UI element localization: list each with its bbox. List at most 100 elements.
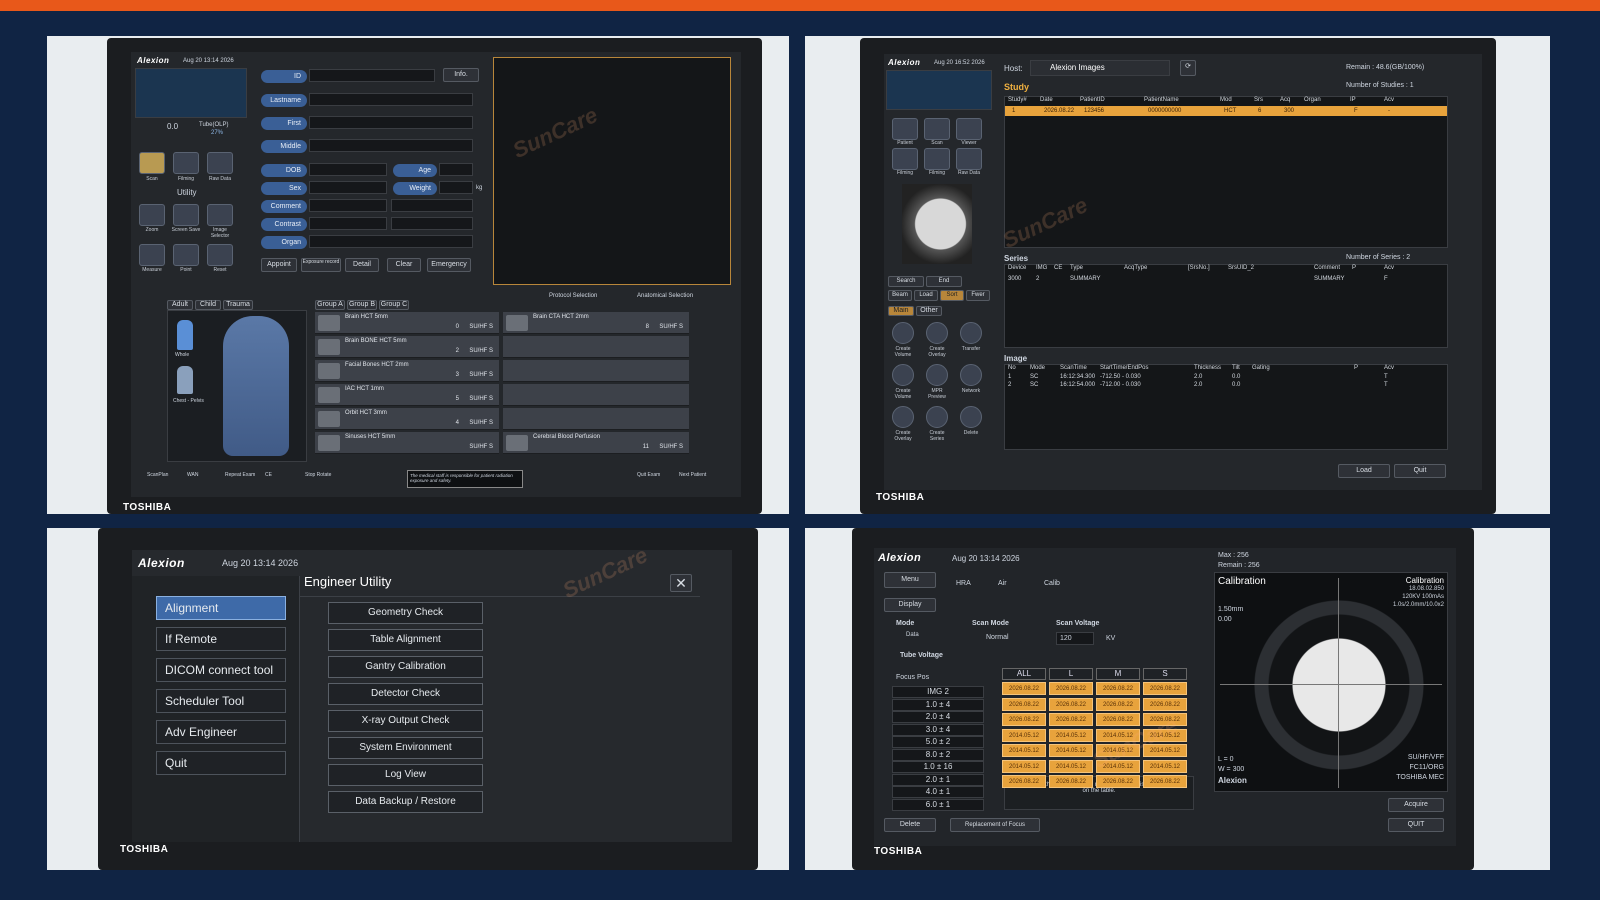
menu-item-dicom-connect-tool[interactable]: DICOM connect tool xyxy=(156,658,286,682)
util-button-log-view[interactable]: Log View xyxy=(328,764,483,786)
focus-row[interactable]: 3.0 ± 4 xyxy=(892,723,984,736)
grid-cell[interactable]: 2026.08.22 xyxy=(1049,682,1093,695)
grid-cell[interactable]: 2014.05.12 xyxy=(1049,728,1093,742)
protocol-right-row[interactable]: Brain CTA HCT 2mm 8 SU/HF S xyxy=(503,312,689,334)
util-button-detector-check[interactable]: Detector Check xyxy=(328,683,483,705)
utility-label[interactable]: Utility xyxy=(177,188,197,197)
image-col-header[interactable]: ScanTime xyxy=(1060,365,1087,371)
weight-field[interactable] xyxy=(439,181,473,194)
grid-cell[interactable]: 2026.08.22 xyxy=(1002,697,1046,711)
tab-group-b[interactable]: Group B xyxy=(347,300,377,310)
tab-group-c[interactable]: Group C xyxy=(379,300,409,310)
grid-cell[interactable]: 2014.05.12 xyxy=(1143,744,1187,757)
tab-group-a[interactable]: Group A xyxy=(315,300,345,310)
grid-cell[interactable]: 2026.08.22 xyxy=(1096,775,1140,788)
age-field[interactable] xyxy=(439,163,473,176)
image-col-header[interactable]: StartTime/EndPos xyxy=(1100,365,1148,371)
organ-select[interactable] xyxy=(309,235,473,248)
grid-cell[interactable]: 2014.05.12 xyxy=(1049,744,1093,757)
study-col-header[interactable]: Organ xyxy=(1304,97,1321,103)
menu-item-alignment[interactable]: Alignment xyxy=(156,596,286,620)
focus-row[interactable]: 2.0 ± 4 xyxy=(892,711,984,723)
close-icon[interactable]: ✕ xyxy=(670,574,692,592)
tool-icon-6[interactable] xyxy=(892,406,914,428)
replacement-of-focus-button[interactable]: Replacement of Focus xyxy=(950,818,1040,832)
protocol-left-row[interactable]: IAC HCT 1mm 5 SU/HF S xyxy=(315,384,499,406)
protocol-right-row[interactable]: Cerebral Blood Perfusion 11 SU/HF S xyxy=(503,432,689,454)
protocol-right-row[interactable] xyxy=(503,408,689,430)
focus-row[interactable]: 6.0 ± 1 xyxy=(892,798,984,811)
grid-cell[interactable]: 2014.05.12 xyxy=(1049,759,1093,773)
search-button-5[interactable]: Fwer xyxy=(966,290,990,301)
patient-icon[interactable] xyxy=(892,118,918,140)
protocol-right-row[interactable] xyxy=(503,360,689,382)
tab-other[interactable]: Other xyxy=(916,306,942,316)
delete-button[interactable]: Delete xyxy=(884,818,936,832)
lastname-field[interactable] xyxy=(309,93,473,106)
focus-row[interactable]: IMG 2 xyxy=(892,686,984,698)
repeat-exam-label[interactable]: Repeat Exam xyxy=(225,472,255,478)
grid-cell[interactable]: 2026.08.22 xyxy=(1002,713,1046,726)
anatomical-selection-label[interactable]: Anatomical Selection xyxy=(637,293,693,299)
info-button[interactable]: Info. xyxy=(443,68,479,82)
tab-trauma[interactable]: Trauma xyxy=(223,300,253,310)
series-col-header[interactable]: AcqType xyxy=(1124,265,1147,271)
grid-cell[interactable]: 2014.05.12 xyxy=(1143,759,1187,773)
protocol-left-row[interactable]: Sinuses HCT 5mm SU/HF S xyxy=(315,432,499,454)
grid-cell[interactable]: 2026.08.22 xyxy=(1143,713,1187,726)
study-col-header[interactable]: IP xyxy=(1350,97,1356,103)
id-field[interactable] xyxy=(309,69,435,82)
focus-row[interactable]: 1.0 ± 4 xyxy=(892,698,984,711)
tool-icon-3[interactable] xyxy=(892,364,914,386)
grid-cell[interactable]: 2026.08.22 xyxy=(1143,775,1187,788)
tab-child[interactable]: Child xyxy=(195,300,221,310)
acquire-button[interactable]: Acquire xyxy=(1388,798,1444,812)
raw-data-nav-icon[interactable] xyxy=(207,152,233,174)
focus-row[interactable]: 8.0 ± 2 xyxy=(892,748,984,761)
middle-field[interactable] xyxy=(309,139,473,152)
grid-col-header[interactable]: L xyxy=(1049,668,1093,680)
focus-row[interactable]: 2.0 ± 1 xyxy=(892,773,984,786)
point-icon[interactable] xyxy=(173,244,199,266)
search-button-2[interactable]: Beam xyxy=(888,290,912,301)
filming-icon[interactable] xyxy=(892,148,918,170)
tool-icon-8[interactable] xyxy=(960,406,982,428)
calib-radio[interactable]: Calib xyxy=(1044,580,1060,587)
menu-button[interactable]: Menu xyxy=(884,572,936,588)
load-button[interactable]: Load xyxy=(1338,464,1390,478)
protocol-left-row[interactable]: Brain BONE HCT 5mm 2 SU/HF S xyxy=(315,336,499,358)
comment-select-2[interactable] xyxy=(391,199,473,212)
tab-adult[interactable]: Adult xyxy=(167,300,193,310)
series-col-header[interactable]: Comment xyxy=(1314,265,1340,271)
grid-cell[interactable]: 2014.05.12 xyxy=(1002,728,1046,742)
grid-cell[interactable]: 2026.08.22 xyxy=(1096,713,1140,726)
filming-2-icon[interactable] xyxy=(924,148,950,170)
menu-item-scheduler-tool[interactable]: Scheduler Tool xyxy=(156,689,286,713)
focus-row[interactable]: 5.0 ± 2 xyxy=(892,736,984,748)
util-button-data-backup-restore[interactable]: Data Backup / Restore xyxy=(328,791,483,813)
grid-cell[interactable]: 2014.05.12 xyxy=(1002,759,1046,773)
series-col-header[interactable]: IMG xyxy=(1036,265,1047,271)
grid-cell[interactable]: 2026.08.22 xyxy=(1096,682,1140,695)
exposure-record-button[interactable]: Exposure record xyxy=(301,258,341,272)
refresh-icon[interactable]: ⟳ xyxy=(1180,60,1196,76)
next-patient-label[interactable]: Next Patient xyxy=(679,472,706,478)
grid-col-header[interactable]: S xyxy=(1143,668,1187,680)
raw-data-icon[interactable] xyxy=(956,148,982,170)
grid-cell[interactable]: 2026.08.22 xyxy=(1049,697,1093,711)
mode-value[interactable]: Data xyxy=(906,632,919,638)
reset-icon[interactable] xyxy=(207,244,233,266)
sex-select[interactable] xyxy=(309,181,387,194)
study-col-header[interactable]: PatientName xyxy=(1144,97,1179,103)
search-button-3[interactable]: Load xyxy=(914,290,938,301)
comment-select[interactable] xyxy=(309,199,387,212)
image-col-header[interactable]: Gating xyxy=(1252,365,1270,371)
search-button-1[interactable]: End xyxy=(926,276,962,287)
grid-cell[interactable]: 2026.08.22 xyxy=(1002,775,1046,788)
clear-button[interactable]: Clear xyxy=(387,258,421,272)
grid-col-header[interactable]: ALL xyxy=(1002,668,1046,680)
tool-icon-7[interactable] xyxy=(926,406,948,428)
tool-icon-4[interactable] xyxy=(926,364,948,386)
dob-field[interactable] xyxy=(309,163,387,176)
appoint-button[interactable]: Appoint xyxy=(261,258,297,272)
